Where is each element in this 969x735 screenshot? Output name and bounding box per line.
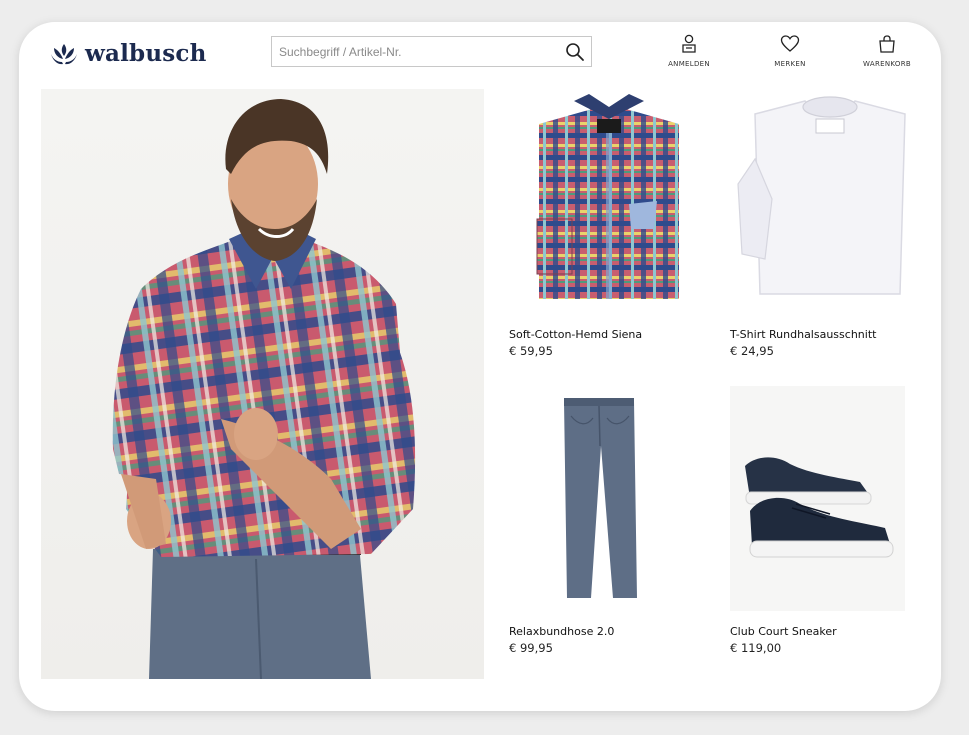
nav-wishlist[interactable]: MERKEN	[755, 34, 825, 68]
shopping-bag-icon	[879, 35, 895, 53]
trousers-image	[564, 398, 637, 598]
product-name[interactable]: Soft-Cotton-Hemd Siena	[509, 328, 719, 341]
product-name[interactable]: T-Shirt Rundhalsausschnitt	[730, 328, 940, 341]
nav-login[interactable]: ANMELDEN	[654, 34, 724, 68]
product-price: € 119,00	[730, 641, 782, 655]
page-card: walbusch ANMELDEN MERKEN WARENKORB	[19, 22, 941, 711]
walbusch-logo[interactable]: walbusch	[50, 40, 207, 67]
product-price: € 59,95	[509, 344, 553, 358]
search-icon[interactable]	[565, 42, 585, 62]
nav-login-label: ANMELDEN	[668, 60, 710, 68]
search-bar	[271, 36, 592, 67]
heart-icon	[780, 35, 800, 52]
model-photo	[112, 99, 416, 679]
product-name[interactable]: Club Court Sneaker	[730, 625, 940, 638]
product-price: € 24,95	[730, 344, 774, 358]
product-name[interactable]: Relaxbundhose 2.0	[509, 625, 719, 638]
plaid-shirt-image	[536, 94, 679, 299]
search-input[interactable]	[272, 37, 559, 66]
logo-icon	[51, 43, 77, 64]
logo-text: walbusch	[85, 40, 207, 67]
nav-wishlist-label: MERKEN	[774, 60, 806, 68]
user-icon	[682, 34, 696, 53]
nav-cart-label: WARENKORB	[863, 60, 911, 68]
nav-cart[interactable]: WARENKORB	[852, 34, 922, 68]
hero-image[interactable]	[41, 89, 484, 679]
sneaker-image	[730, 386, 905, 611]
white-tshirt-image	[737, 96, 906, 295]
product-price: € 99,95	[509, 641, 553, 655]
